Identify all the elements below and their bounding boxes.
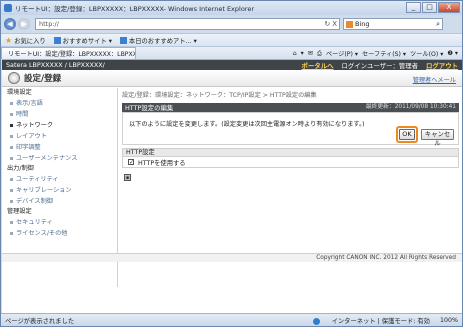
panel-title: HTTP設定の編集 — [125, 104, 174, 112]
sidebar-item-timer[interactable]: 時間 — [2, 109, 117, 120]
copyright: Copyright CANON INC. 2012 All Rights Res… — [2, 253, 462, 262]
print-icon[interactable]: ⎙ — [317, 50, 322, 58]
help-icon[interactable]: ❷ ▾ — [447, 50, 458, 57]
title-bar: リモートUI：設定/登録：LBPXXXXX：LBPXXXXX- Windows … — [1, 1, 462, 15]
address-url: http:// — [39, 20, 59, 28]
use-http-checkbox[interactable]: ✓ — [128, 159, 134, 166]
sidebar-item-print-adjust[interactable]: 印字調整 — [2, 142, 117, 153]
safety-menu[interactable]: セーフティ(S) ▾ — [362, 49, 406, 58]
search-provider: Bing — [355, 20, 370, 28]
home-icon[interactable]: ⌂ — [293, 50, 297, 57]
tab-bar: リモートUI：設定/登録：LBPXXXXX：LBPXX... ⌂ ▾ ✉ ⎙ ペ… — [1, 46, 462, 59]
device-name: Satera LBPXXXXX / LBPXXXXX/ — [6, 61, 105, 69]
close-button[interactable]: X — [438, 2, 460, 13]
panel-header: HTTP設定の編集 最終更新：2011/09/08 10:30:41 — [122, 103, 459, 112]
web-slice-label: 本日のおすすめアト... ▾ — [128, 37, 197, 45]
back-button[interactable]: ◀ — [4, 18, 16, 30]
settings-icon — [8, 72, 20, 84]
sidebar-item-security[interactable]: セキュリティ — [2, 217, 117, 228]
web-slice-gallery[interactable]: 本日のおすすめアト... ▾ — [119, 36, 197, 45]
sidebar-item-network[interactable]: ネットワーク — [2, 120, 117, 131]
star-icon: ★ — [5, 35, 13, 45]
feeds-icon[interactable]: ▾ — [301, 50, 304, 57]
status-text: ページが表示されました — [5, 317, 75, 325]
refresh-icon[interactable]: ↻ — [324, 20, 330, 28]
search-input[interactable]: Bing ⌕ — [343, 18, 443, 30]
maximize-button[interactable]: □ — [422, 2, 437, 13]
confirm-box: 以下のように設定を変更します。(設定変更は次回主電源オン時より有効になります。)… — [122, 112, 459, 147]
favorites-label: お気に入り — [14, 37, 46, 45]
stop-icon[interactable]: X — [332, 20, 337, 28]
minimize-button[interactable]: _ — [406, 2, 421, 13]
portal-link[interactable]: ポータルへ — [302, 61, 334, 70]
web-slice-icon — [119, 36, 127, 44]
search-icon[interactable]: ⌕ — [436, 20, 440, 29]
ok-button[interactable]: OK — [399, 129, 415, 140]
sidebar-item-calibration[interactable]: キャリブレーション — [2, 185, 117, 196]
sidebar-item-license[interactable]: ライセンス/その他 — [2, 228, 117, 239]
sidebar-item-utility[interactable]: ユーティリティ — [2, 174, 117, 185]
confirm-message: 以下のように設定を変更します。(設定変更は次回主電源オン時より有効になります。) — [129, 121, 365, 128]
tab-label: リモートUI：設定/登録：LBPXXXXX：LBPXX... — [8, 51, 136, 58]
last-updated: 最終更新：2011/09/08 10:30:41 — [365, 104, 456, 110]
bing-icon — [346, 20, 353, 28]
favorites-button[interactable]: ★ お気に入り — [5, 36, 46, 45]
suggested-sites-icon — [53, 36, 61, 44]
sidebar-item-display[interactable]: 表示/言語 — [2, 98, 117, 109]
logout-link[interactable]: ログアウト — [426, 62, 458, 70]
login-user: ログインユーザー：管理者 — [341, 61, 419, 70]
tools-menu[interactable]: ツール(O) ▾ — [410, 49, 443, 58]
favorites-bar: ★ お気に入り おすすめサイト ▾ 本日のおすすめアト... ▾ — [1, 33, 462, 46]
sidebar-item-device-control[interactable]: デバイス制御 — [2, 196, 117, 207]
tab-remote-ui[interactable]: リモートUI：設定/登録：LBPXXXXX：LBPXX... — [1, 47, 136, 59]
suggested-sites[interactable]: おすすめサイト ▾ — [53, 36, 112, 45]
status-bar: ページが表示されました インターネット | 保護モード: 有効 100% — [1, 313, 462, 326]
zoom-level[interactable]: 100% — [440, 317, 458, 324]
http-section-heading: HTTP設定 — [122, 148, 459, 157]
admin-mail-link[interactable]: 管理者へメール — [413, 75, 456, 84]
sidebar-section-management: 管理設定 — [7, 208, 32, 215]
device-bar: Satera LBPXXXXX / LBPXXXXX/ ポータルへ ログインユー… — [2, 60, 462, 70]
page-menu[interactable]: ページ(P) ▾ — [326, 49, 358, 58]
window-title: リモートUI：設定/登録：LBPXXXXX：LBPXXXXX- Windows … — [15, 5, 255, 13]
use-http-label: HTTPを使用する — [138, 159, 186, 167]
mail-icon[interactable]: ✉ — [308, 50, 313, 57]
breadcrumb: 設定/登録：環境設定：ネットワーク：TCP/IP設定 > HTTP設定の編集 — [122, 92, 317, 99]
ie-app-icon — [4, 4, 12, 12]
forward-button[interactable]: ▶ — [18, 18, 30, 30]
security-zone-label: インターネット | 保護モード: 有効 — [331, 318, 430, 325]
page-title: 設定/登録 — [24, 74, 62, 84]
cancel-button[interactable]: キャンセル — [421, 129, 454, 147]
sidebar-section-output: 出力/制御 — [7, 165, 34, 172]
globe-icon — [312, 317, 320, 325]
sidebar-item-layout[interactable]: レイアウト — [2, 131, 117, 142]
page-content: Satera LBPXXXXX / LBPXXXXX/ ポータルへ ログインユー… — [2, 59, 462, 313]
page-top-icon[interactable]: ▣ — [124, 174, 131, 181]
suggested-sites-label: おすすめサイト ▾ — [62, 37, 112, 45]
security-zone: インターネット | 保護モード: 有効 — [303, 316, 430, 325]
sidebar-section-preferences: 環境設定 — [7, 89, 32, 96]
http-option-row: ✓ HTTPを使用する — [122, 157, 459, 168]
address-row: ◀ ▶ http:// ↻ X Bing ⌕ — [1, 15, 462, 33]
sidebar-item-maintenance[interactable]: ユーザーメンテナンス — [2, 153, 117, 164]
page-header: 設定/登録 管理者へメール — [2, 70, 462, 87]
browser-window: リモートUI：設定/登録：LBPXXXXX：LBPXXXXX- Windows … — [0, 0, 463, 327]
address-bar[interactable]: http:// ↻ X — [35, 18, 340, 30]
